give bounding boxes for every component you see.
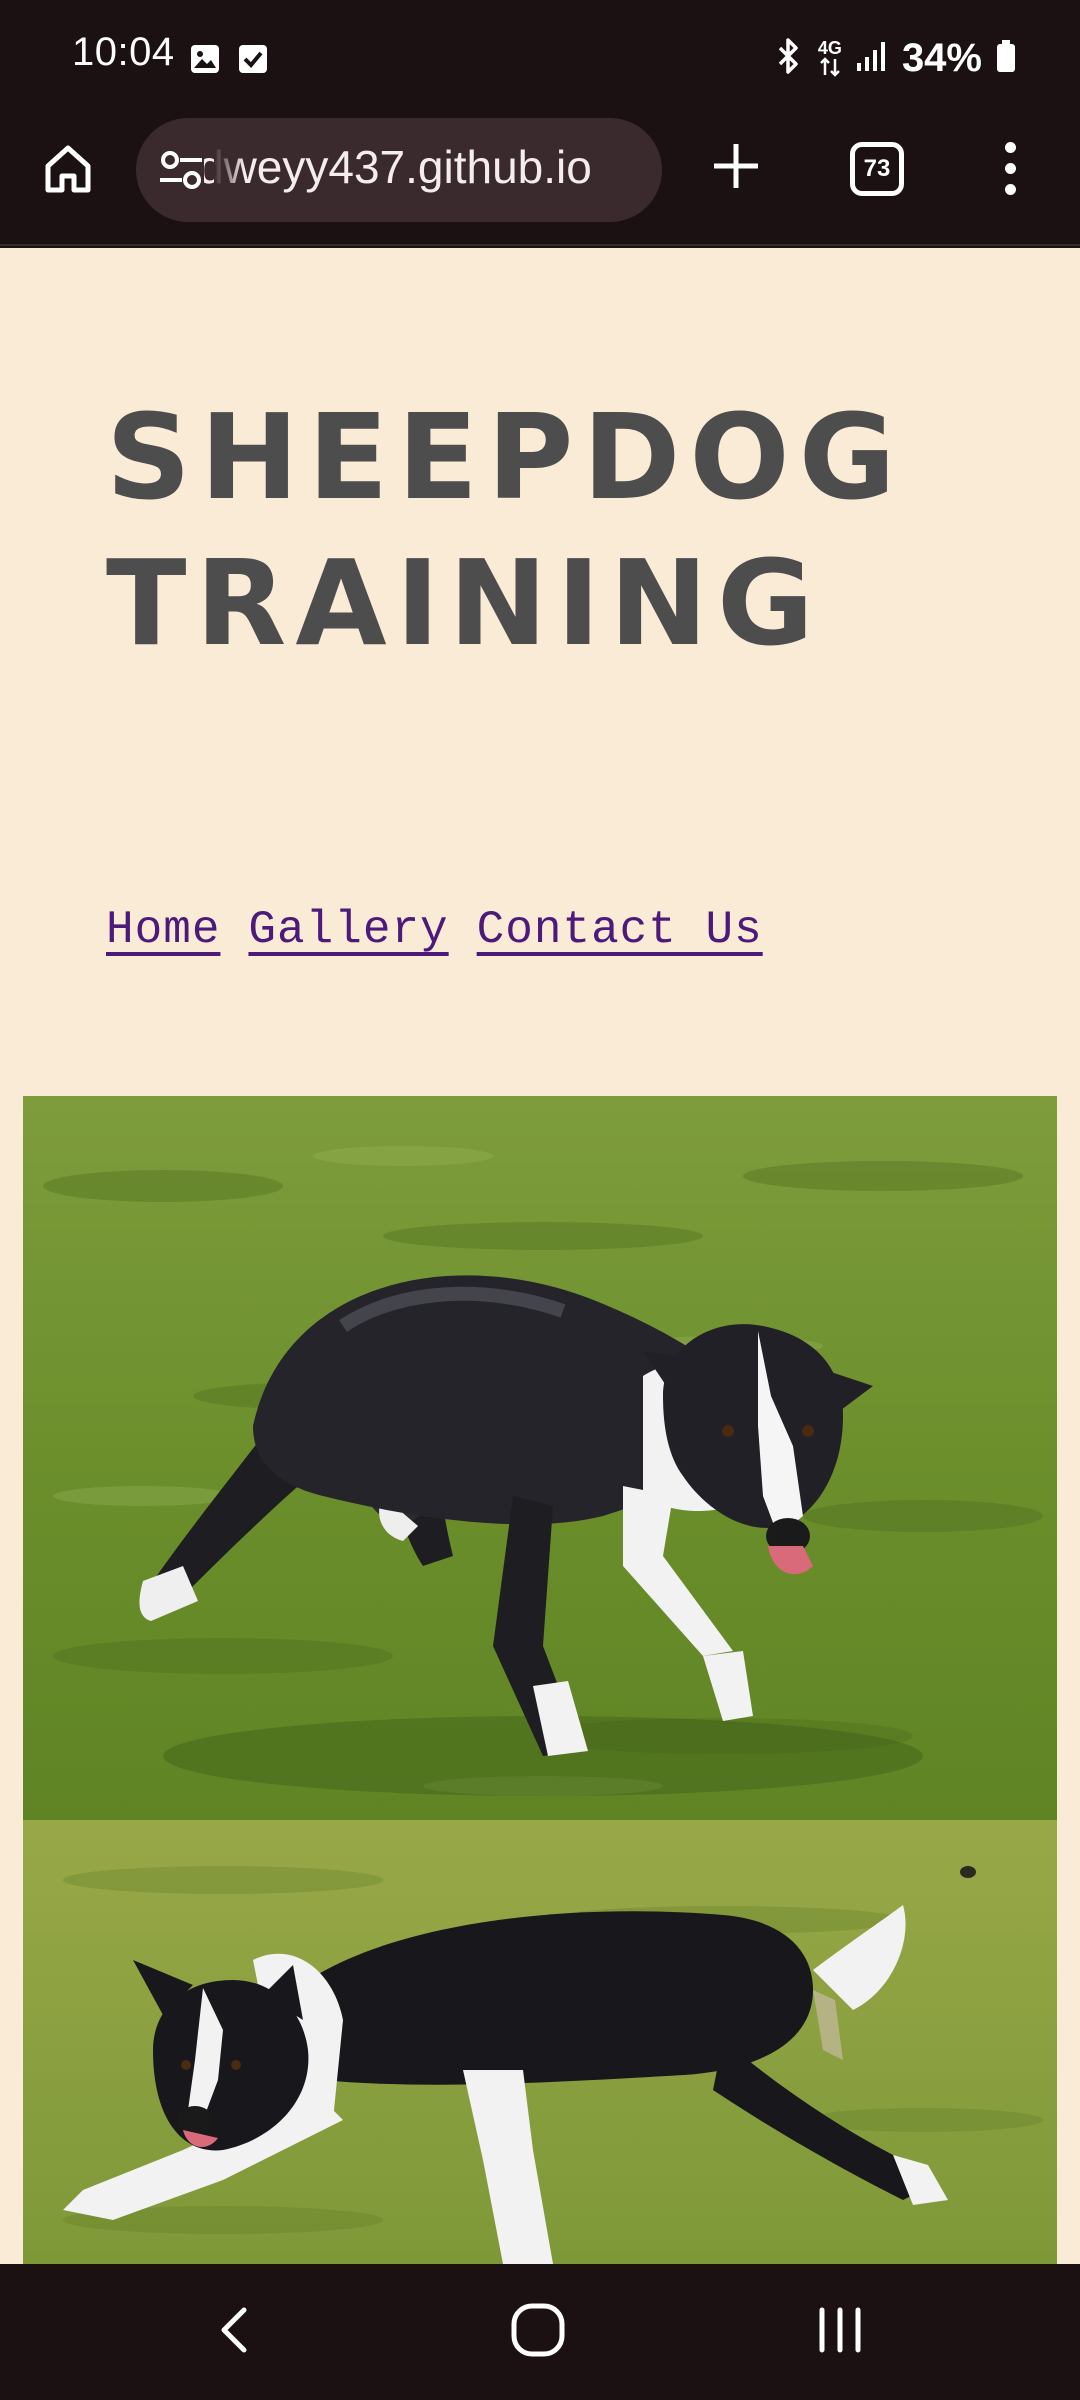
new-tab-button[interactable] (704, 134, 768, 198)
site-title-line-2: TRAINING (106, 534, 823, 672)
checkbox-icon (238, 44, 268, 74)
battery-percent: 34% (901, 35, 982, 80)
bluetooth-icon (774, 36, 804, 80)
status-right-icons: 4G 34% (774, 30, 1016, 86)
tab-switcher-button[interactable]: 73 (850, 142, 904, 196)
recents-icon[interactable] (810, 2304, 870, 2356)
more-vert-icon[interactable] (990, 136, 1030, 200)
site-nav: Home Gallery Contact Us (106, 904, 763, 956)
home-icon (45, 145, 91, 193)
nav-link-home[interactable]: Home (106, 904, 220, 956)
status-time: 10:04 (72, 30, 175, 74)
tab-count: 73 (863, 155, 891, 182)
site-settings-icon[interactable] (158, 148, 204, 192)
browser-toolbar: dweyy437.github.io 73 (0, 118, 1080, 246)
url-fade (214, 118, 244, 222)
status-bar: 10:04 4G 34% (0, 0, 1080, 118)
signal-icon (856, 39, 888, 77)
home-circle-icon[interactable] (510, 2302, 566, 2358)
nav-link-contact[interactable]: Contact Us (477, 904, 763, 956)
sheepdog-photo-1 (23, 1096, 1057, 1820)
gallery-icon (190, 44, 220, 74)
web-page: SHEEPDOG TRAINING Home Gallery Contact U… (0, 248, 1080, 2264)
nav-link-gallery[interactable]: Gallery (248, 904, 448, 956)
site-title-line-1: SHEEPDOG (106, 388, 905, 526)
network-4g-icon: 4G (818, 39, 842, 77)
site-title: SHEEPDOG TRAINING (106, 384, 1026, 676)
home-button[interactable] (36, 136, 100, 200)
plus-icon (714, 144, 758, 188)
back-icon[interactable] (206, 2300, 266, 2360)
sheepdog-photo-2 (23, 1820, 1057, 2264)
system-nav-bar (0, 2264, 1080, 2400)
network-label: 4G (817, 38, 842, 58)
address-bar[interactable]: dweyy437.github.io (136, 118, 662, 222)
battery-icon (996, 39, 1016, 77)
url-text[interactable]: dweyy437.github.io (198, 140, 592, 194)
